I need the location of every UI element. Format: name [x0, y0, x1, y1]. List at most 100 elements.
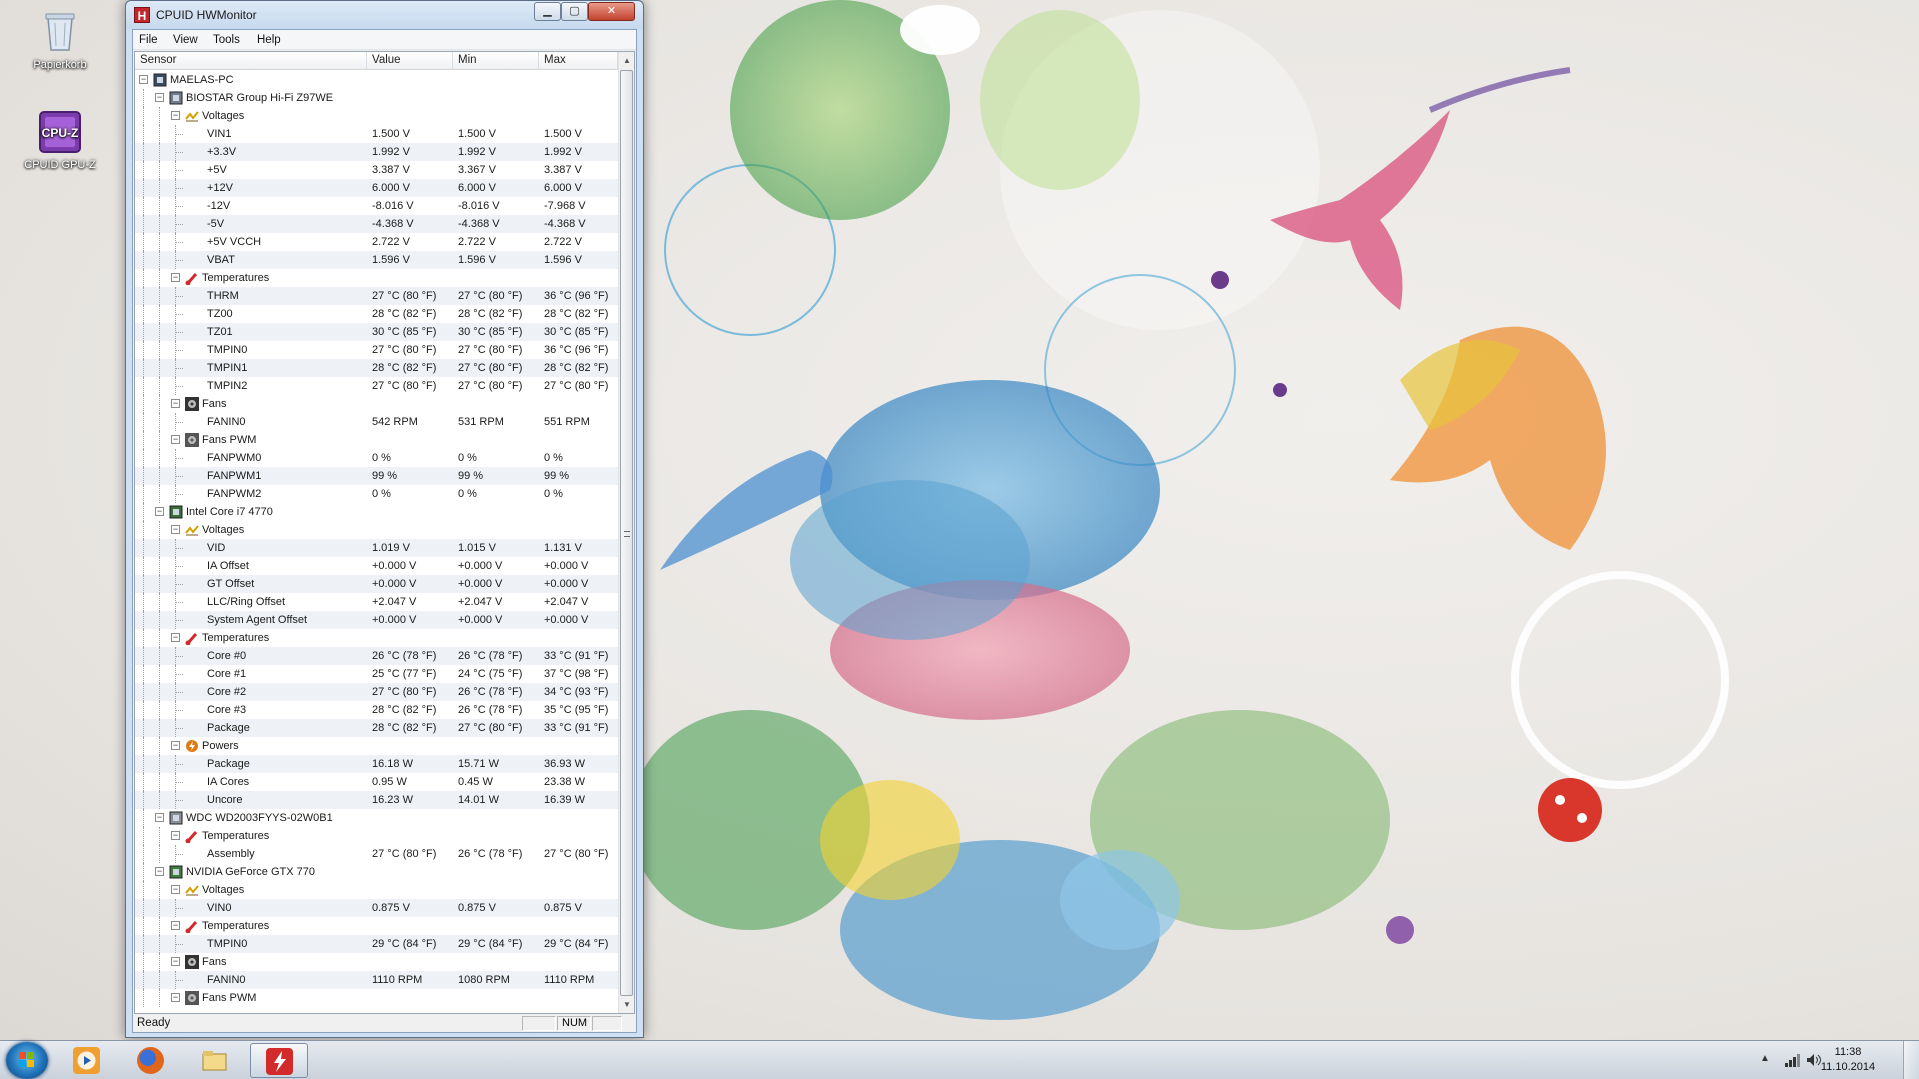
sensor-row[interactable]: FANPWM0 0 % 0 % 0 % [135, 449, 618, 467]
column-min[interactable]: Min [453, 52, 539, 70]
column-value[interactable]: Value [367, 52, 453, 70]
sensor-row[interactable]: +5V VCCH 2.722 V 2.722 V 2.722 V [135, 233, 618, 251]
vertical-scrollbar[interactable]: ▲ ▼ [618, 52, 634, 1013]
sensor-group-row[interactable]: − Fans [135, 953, 618, 971]
sensor-group-row[interactable]: − Temperatures [135, 827, 618, 845]
network-icon[interactable] [1784, 1054, 1800, 1067]
sensor-row[interactable]: -5V -4.368 V -4.368 V -4.368 V [135, 215, 618, 233]
title-bar[interactable]: H CPUID HWMonitor ▁ ▢ ✕ [126, 1, 643, 29]
sensor-group-row[interactable]: − Fans PWM [135, 431, 618, 449]
sensor-row[interactable]: IA Offset +0.000 V +0.000 V +0.000 V [135, 557, 618, 575]
collapse-toggle-icon[interactable]: − [171, 885, 180, 894]
collapse-toggle-icon[interactable]: − [171, 111, 180, 120]
sensor-row[interactable]: Core #1 25 °C (77 °F) 24 °C (75 °F) 37 °C (… [135, 665, 618, 683]
computer-row[interactable]: − MAELAS-PC [135, 71, 618, 89]
taskbar-button-explorer[interactable] [186, 1043, 244, 1078]
sensor-row[interactable]: TZ00 28 °C (82 °F) 28 °C (82 °F) 28 °C (82 … [135, 305, 618, 323]
sensor-group-row[interactable]: − Voltages [135, 107, 618, 125]
sensor-row[interactable]: VIN1 1.500 V 1.500 V 1.500 V [135, 125, 618, 143]
column-sensor[interactable]: Sensor [135, 52, 367, 70]
clock[interactable]: 11:38 11.10.2014 [1815, 1045, 1881, 1075]
sensor-row[interactable]: -12V -8.016 V -8.016 V -7.968 V [135, 197, 618, 215]
taskbar-button-media-player[interactable] [58, 1043, 116, 1078]
sensor-row[interactable]: +3.3V 1.992 V 1.992 V 1.992 V [135, 143, 618, 161]
sensor-group-row[interactable]: − Powers [135, 737, 618, 755]
maximize-button[interactable]: ▢ [561, 2, 588, 21]
scroll-up-arrow-icon[interactable]: ▲ [619, 52, 634, 69]
sensor-group-row[interactable]: − Temperatures [135, 269, 618, 287]
sensor-row[interactable]: Core #2 27 °C (80 °F) 26 °C (78 °F) 34 °C (… [135, 683, 618, 701]
sensor-row[interactable]: TMPIN0 27 °C (80 °F) 27 °C (80 °F) 36 °C (9… [135, 341, 618, 359]
menu-tools[interactable]: Tools [213, 34, 240, 46]
sensor-row[interactable]: +12V 6.000 V 6.000 V 6.000 V [135, 179, 618, 197]
sensor-row[interactable]: FANPWM2 0 % 0 % 0 % [135, 485, 618, 503]
collapse-toggle-icon[interactable]: − [155, 813, 164, 822]
sensor-row[interactable]: Core #3 28 °C (82 °F) 26 °C (78 °F) 35 °C (… [135, 701, 618, 719]
sensor-row[interactable]: TMPIN2 27 °C (80 °F) 27 °C (80 °F) 27 °C (8… [135, 377, 618, 395]
sensor-tree-list[interactable]: Sensor Value Min Max − MAELAS-PC − BIOSTAR … [134, 51, 635, 1014]
collapse-toggle-icon[interactable]: − [171, 831, 180, 840]
sensor-group-row[interactable]: − Voltages [135, 881, 618, 899]
sensor-row[interactable]: GT Offset +0.000 V +0.000 V +0.000 V [135, 575, 618, 593]
close-button[interactable]: ✕ [588, 2, 635, 21]
collapse-toggle-icon[interactable]: − [171, 741, 180, 750]
collapse-toggle-icon[interactable]: − [171, 957, 180, 966]
sensor-group-row[interactable]: − Temperatures [135, 917, 618, 935]
show-desktop-button[interactable] [1903, 1041, 1919, 1079]
sensor-group-row[interactable]: − Voltages [135, 521, 618, 539]
device-row[interactable]: − NVIDIA GeForce GTX 770 [135, 863, 618, 881]
menu-view[interactable]: View [173, 34, 198, 46]
sensor-row[interactable]: FANPWM1 99 % 99 % 99 % [135, 467, 618, 485]
sensor-row[interactable]: VBAT 1.596 V 1.596 V 1.596 V [135, 251, 618, 269]
device-row[interactable]: − Intel Core i7 4770 [135, 503, 618, 521]
scroll-down-arrow-icon[interactable]: ▼ [619, 996, 634, 1013]
collapse-toggle-icon[interactable]: − [155, 867, 164, 876]
sensor-row[interactable]: +5V 3.387 V 3.367 V 3.387 V [135, 161, 618, 179]
taskbar-button-hwmonitor[interactable] [250, 1043, 308, 1078]
start-button[interactable] [6, 1042, 48, 1079]
tray-expand-icon[interactable]: ▲ [1760, 1053, 1770, 1064]
collapse-toggle-icon[interactable]: − [139, 75, 148, 84]
collapse-toggle-icon[interactable]: − [155, 93, 164, 102]
device-row[interactable]: − WDC WD2003FYYS-02W0B1 [135, 809, 618, 827]
sensor-group-row[interactable]: − Temperatures [135, 629, 618, 647]
collapse-toggle-icon[interactable]: − [171, 399, 180, 408]
sensor-row[interactable]: VID 1.019 V 1.015 V 1.131 V [135, 539, 618, 557]
sensor-row[interactable]: TMPIN0 29 °C (84 °F) 29 °C (84 °F) 29 °C (8… [135, 935, 618, 953]
desktop-icon-recycle-bin[interactable]: Papierkorb [12, 8, 108, 71]
sensor-row[interactable]: VIN0 0.875 V 0.875 V 0.875 V [135, 899, 618, 917]
sensor-row[interactable]: System Agent Offset +0.000 V +0.000 V +0.00… [135, 611, 618, 629]
menu-file[interactable]: File [139, 34, 158, 46]
sensor-row[interactable]: IA Cores 0.95 W 0.45 W 23.38 W [135, 773, 618, 791]
sensor-row[interactable]: FANIN0 1110 RPM 1080 RPM 1110 RPM [135, 971, 618, 989]
collapse-toggle-icon[interactable]: − [171, 993, 180, 1002]
collapse-toggle-icon[interactable]: − [171, 435, 180, 444]
sensor-row[interactable]: FANIN0 542 RPM 531 RPM 551 RPM [135, 413, 618, 431]
menu-help[interactable]: Help [257, 34, 281, 46]
sensor-row[interactable]: THRM 27 °C (80 °F) 27 °C (80 °F) 36 °C (96 … [135, 287, 618, 305]
minimize-button[interactable]: ▁ [534, 2, 561, 21]
sensor-row[interactable]: TMPIN1 28 °C (82 °F) 27 °C (80 °F) 28 °C (8… [135, 359, 618, 377]
sensor-group-row[interactable]: − Fans [135, 395, 618, 413]
collapse-toggle-icon[interactable]: − [171, 273, 180, 282]
sensor-row[interactable]: Uncore 16.23 W 14.01 W 16.39 W [135, 791, 618, 809]
sensor-row[interactable]: Package 16.18 W 15.71 W 36.93 W [135, 755, 618, 773]
sensor-row[interactable]: Package 28 °C (82 °F) 27 °C (80 °F) 33 °C (… [135, 719, 618, 737]
collapse-toggle-icon[interactable]: − [171, 921, 180, 930]
collapse-toggle-icon[interactable]: − [155, 507, 164, 516]
sensor-row[interactable]: Core #0 26 °C (78 °F) 26 °C (78 °F) 33 °C (… [135, 647, 618, 665]
column-max[interactable]: Max [539, 52, 618, 70]
device-row[interactable]: − BIOSTAR Group Hi-Fi Z97WE [135, 89, 618, 107]
sensor-group-row[interactable]: − Fans PWM [135, 989, 618, 1007]
desktop-icon-gpuz[interactable]: CPU-Z CPUID GPU-Z [12, 108, 108, 171]
sensor-row[interactable]: Assembly 27 °C (80 °F) 26 °C (78 °F) 27 °C … [135, 845, 618, 863]
sensor-row[interactable]: TZ01 30 °C (85 °F) 30 °C (85 °F) 30 °C (85 … [135, 323, 618, 341]
sensor-label: Package [207, 758, 250, 770]
sensor-value: 28 °C (82 °F) [372, 704, 437, 716]
taskbar-button-firefox[interactable] [122, 1043, 180, 1078]
hwmonitor-app-icon[interactable]: H [134, 7, 150, 23]
scroll-thumb[interactable] [620, 70, 633, 996]
sensor-row[interactable]: LLC/Ring Offset +2.047 V +2.047 V +2.047 V [135, 593, 618, 611]
collapse-toggle-icon[interactable]: − [171, 525, 180, 534]
collapse-toggle-icon[interactable]: − [171, 633, 180, 642]
